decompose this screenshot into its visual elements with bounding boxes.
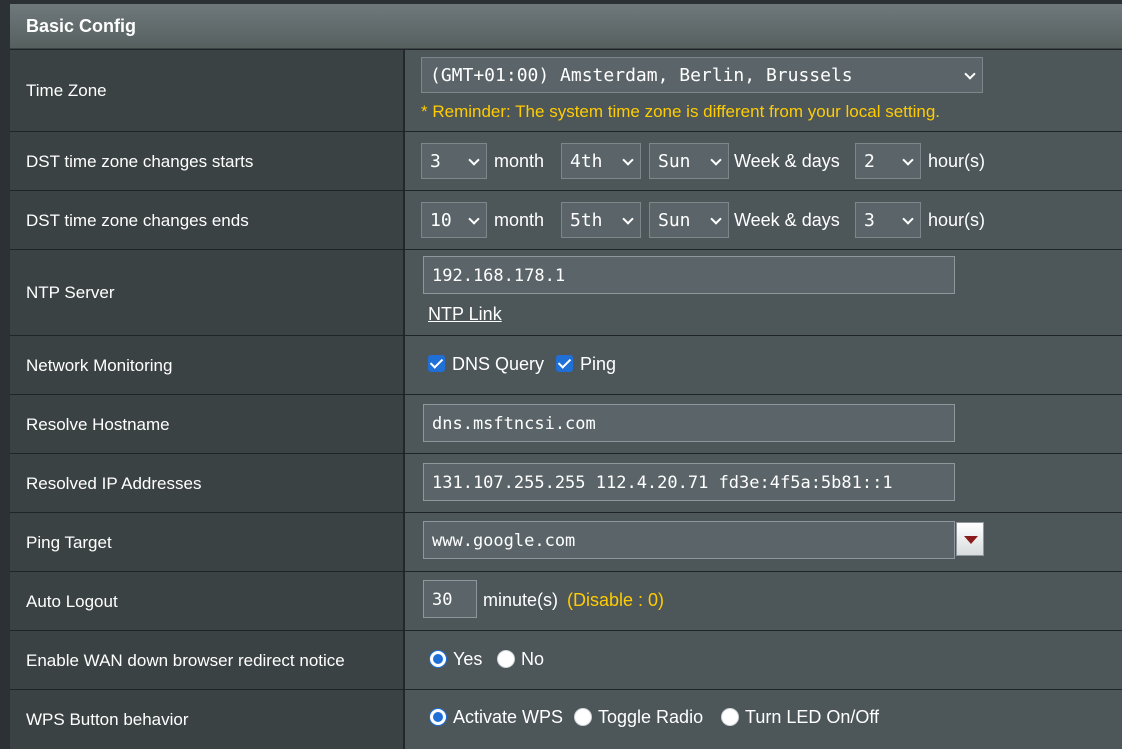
chevron-down-icon (622, 154, 634, 166)
row-dst-end: DST time zone changes ends 10 month 5th … (10, 190, 1122, 250)
wps-activate-label: Activate WPS (453, 707, 564, 727)
chevron-down-icon (964, 68, 976, 80)
dst-end-week-select[interactable]: 5th (561, 202, 641, 238)
chevron-down-icon (468, 154, 480, 166)
dst-start-month-text: month (494, 151, 545, 171)
basic-config-panel: Basic Config Time Zone (GMT+01:00) Amste… (10, 4, 1122, 749)
wps-toggle-radio-radio[interactable] (574, 708, 592, 726)
chevron-down-icon (710, 154, 722, 166)
ping-label: Ping (580, 354, 617, 374)
chevron-down-icon (902, 213, 914, 225)
dropdown-arrow-icon[interactable] (956, 522, 984, 556)
dst-end-hour-select[interactable]: 3 (855, 202, 921, 238)
ntp-server-input[interactable]: 192.168.178.1 (423, 256, 955, 294)
dst-start-day-select[interactable]: Sun (649, 143, 729, 179)
wps-led-radio[interactable] (721, 708, 739, 726)
wps-activate-radio[interactable] (429, 708, 447, 726)
ntp-link[interactable]: NTP Link (428, 304, 502, 325)
wan-redirect-yes-label: Yes (453, 649, 483, 669)
ping-checkbox[interactable] (556, 355, 573, 372)
dst-end-label: DST time zone changes ends (26, 210, 249, 230)
dst-start-month-select[interactable]: 3 (421, 143, 487, 179)
dst-end-weekdays-text: Week & days (734, 210, 840, 230)
wan-redirect-no-radio[interactable] (497, 650, 515, 668)
chevron-down-icon (710, 213, 722, 225)
dns-query-checkbox[interactable] (428, 355, 445, 372)
wps-led-label: Turn LED On/Off (745, 707, 880, 727)
wan-redirect-yes-radio[interactable] (429, 650, 447, 668)
row-ping-target: Ping Target www.google.com (10, 512, 1122, 572)
wan-redirect-label: Enable WAN down browser redirect notice (26, 650, 345, 670)
chevron-down-icon (468, 213, 480, 225)
auto-logout-unit: minute(s) (483, 590, 559, 610)
ping-target-label: Ping Target (26, 532, 112, 552)
dns-query-label: DNS Query (452, 354, 545, 374)
row-wps-button: WPS Button behavior Activate WPS Toggle … (10, 689, 1122, 749)
network-monitoring-label: Network Monitoring (26, 355, 173, 375)
row-dst-start: DST time zone changes starts 3 month 4th… (10, 131, 1122, 191)
auto-logout-note: (Disable : 0) (567, 590, 665, 610)
row-resolved-ip: Resolved IP Addresses 131.107.255.255 11… (10, 453, 1122, 513)
wps-toggle-radio-label: Toggle Radio (598, 707, 704, 727)
dst-end-hour-text: hour(s) (928, 210, 986, 230)
dst-end-month-text: month (494, 210, 545, 230)
dst-start-hour-select[interactable]: 2 (855, 143, 921, 179)
dst-start-label: DST time zone changes starts (26, 151, 254, 171)
row-auto-logout: Auto Logout 30 minute(s) (Disable : 0) (10, 571, 1122, 631)
dst-start-weekdays-text: Week & days (734, 151, 840, 171)
resolve-hostname-label: Resolve Hostname (26, 414, 170, 434)
row-network-monitoring: Network Monitoring DNS Query Ping (10, 335, 1122, 395)
dst-start-hour-text: hour(s) (928, 151, 986, 171)
time-zone-select[interactable]: (GMT+01:00) Amsterdam, Berlin, Brussels (421, 57, 983, 93)
section-title: Basic Config (26, 16, 137, 36)
ntp-server-label: NTP Server (26, 283, 115, 302)
wan-redirect-no-label: No (521, 649, 545, 669)
dst-end-day-select[interactable]: Sun (649, 202, 729, 238)
dst-end-month-select[interactable]: 10 (421, 202, 487, 238)
dst-start-week-select[interactable]: 4th (561, 143, 641, 179)
auto-logout-label: Auto Logout (26, 591, 118, 611)
row-wan-redirect: Enable WAN down browser redirect notice … (10, 630, 1122, 690)
row-time-zone: Time Zone (GMT+01:00) Amsterdam, Berlin,… (10, 49, 1122, 132)
resolve-hostname-input[interactable]: dns.msftncsi.com (423, 404, 955, 442)
row-resolve-hostname: Resolve Hostname dns.msftncsi.com (10, 394, 1122, 454)
wps-label: WPS Button behavior (26, 709, 189, 729)
chevron-down-icon (902, 154, 914, 166)
time-zone-label: Time Zone (26, 81, 107, 100)
resolved-ip-label: Resolved IP Addresses (26, 473, 202, 493)
chevron-down-icon (622, 213, 634, 225)
ping-target-input[interactable]: www.google.com (423, 521, 955, 559)
auto-logout-input[interactable]: 30 (423, 580, 477, 618)
section-header: Basic Config (10, 4, 1122, 49)
row-ntp-server: NTP Server 192.168.178.1 NTP Link (10, 249, 1122, 336)
time-zone-reminder: * Reminder: The system time zone is diff… (421, 102, 941, 121)
resolved-ip-input[interactable]: 131.107.255.255 112.4.20.71 fd3e:4f5a:5b… (423, 463, 955, 501)
